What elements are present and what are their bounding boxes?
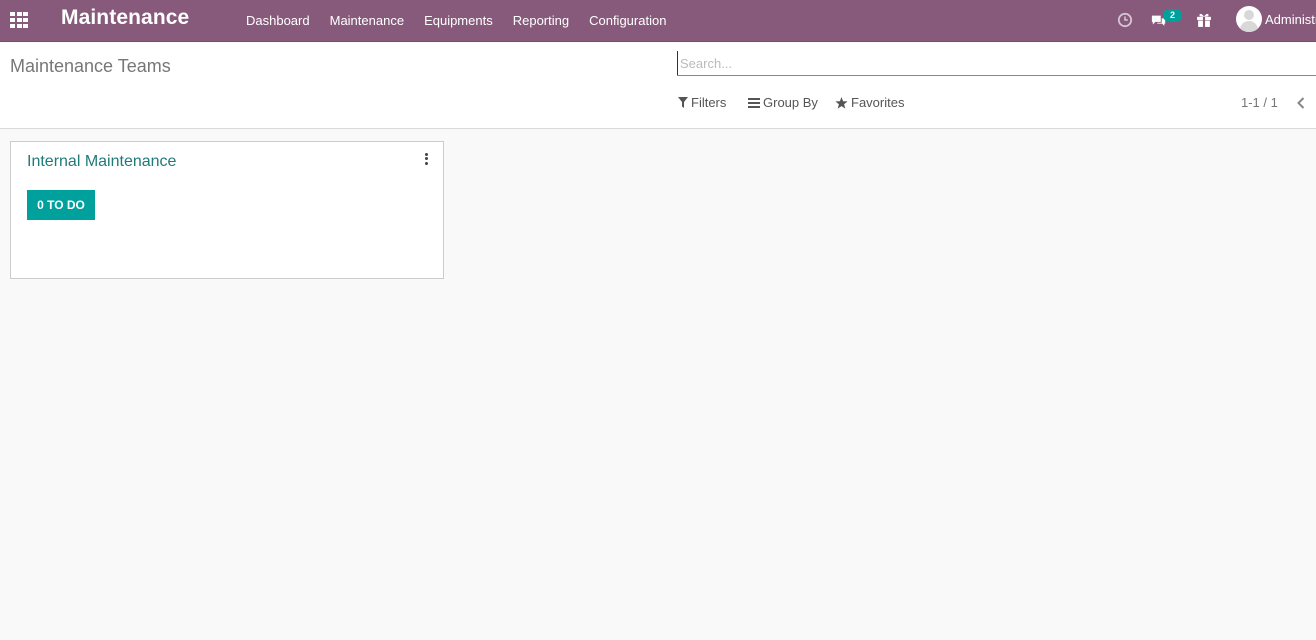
filters-button[interactable]: Filters — [678, 95, 726, 110]
group-by-label: Group By — [763, 95, 818, 110]
main-menu: Dashboard Maintenance Equipments Reporti… — [236, 0, 676, 42]
apps-menu-icon[interactable] — [10, 12, 28, 28]
filter-icon — [678, 97, 688, 108]
star-icon — [835, 96, 848, 109]
favorites-button[interactable]: Favorites — [835, 95, 904, 110]
menu-item-reporting[interactable]: Reporting — [503, 0, 579, 42]
team-kanban-card[interactable]: Internal Maintenance 0 TO DO — [10, 141, 444, 279]
kebab-menu-icon[interactable] — [423, 153, 429, 167]
menu-item-configuration[interactable]: Configuration — [579, 0, 676, 42]
control-panel: Maintenance Teams Filters Group By Favor… — [0, 43, 1316, 129]
activity-clock-icon[interactable] — [1117, 11, 1133, 29]
list-bars-icon — [748, 97, 760, 108]
gift-icon[interactable] — [1196, 11, 1212, 29]
filters-label: Filters — [691, 95, 727, 110]
menu-item-dashboard[interactable]: Dashboard — [236, 0, 320, 42]
search-input[interactable] — [677, 51, 1316, 75]
app-title[interactable]: Maintenance — [61, 6, 189, 30]
menu-item-maintenance[interactable]: Maintenance — [320, 0, 414, 42]
todo-button[interactable]: 0 TO DO — [27, 190, 95, 220]
search-bar — [677, 51, 1316, 76]
team-name[interactable]: Internal Maintenance — [27, 153, 176, 171]
messages-count-badge: 2 — [1163, 9, 1182, 22]
breadcrumb: Maintenance Teams — [10, 56, 171, 76]
favorites-label: Favorites — [851, 95, 905, 110]
pager-value[interactable]: 1-1 / 1 — [1241, 95, 1278, 110]
chevron-left-icon[interactable] — [1296, 96, 1306, 110]
top-navbar: Maintenance Dashboard Maintenance Equipm… — [0, 0, 1316, 42]
user-avatar[interactable] — [1236, 6, 1262, 32]
group-by-button[interactable]: Group By — [748, 95, 818, 110]
menu-item-equipments[interactable]: Equipments — [414, 0, 503, 42]
user-menu-name[interactable]: Administrator — [1265, 12, 1316, 27]
